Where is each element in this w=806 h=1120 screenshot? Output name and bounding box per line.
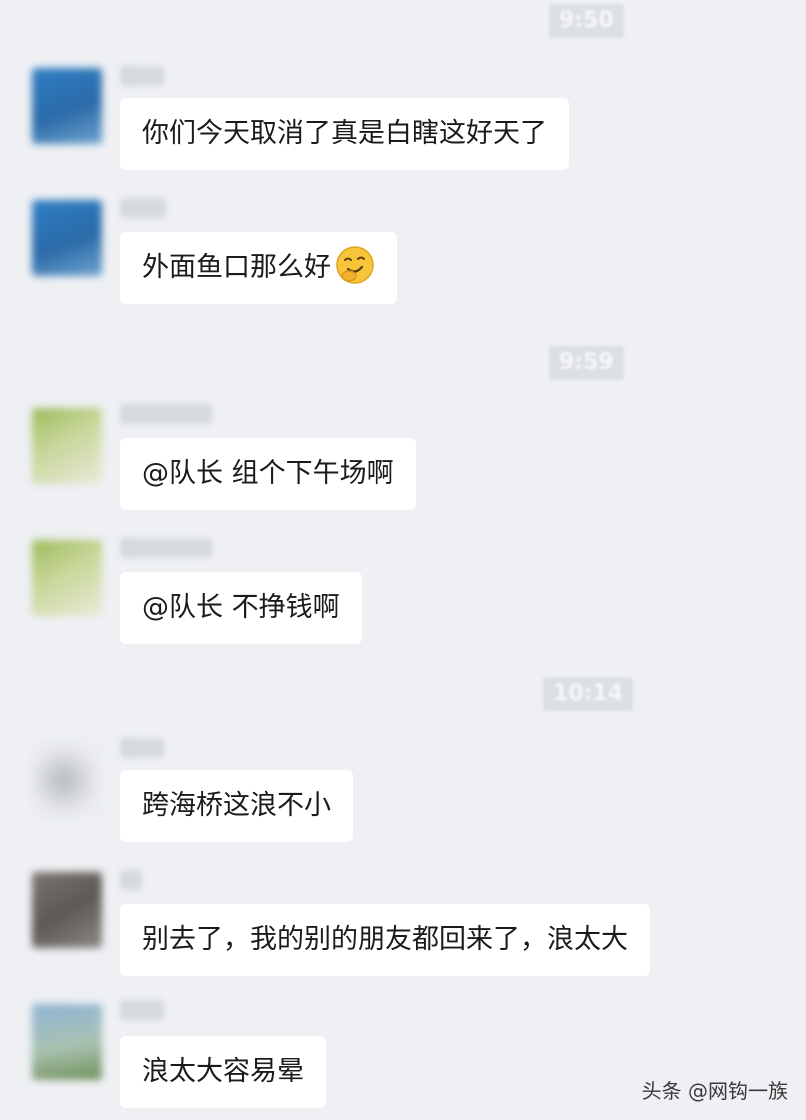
message-text: 你们今天取消了真是白瞎这好天了 <box>142 118 547 149</box>
grinning-hand-on-chin-emoji <box>336 246 374 284</box>
sender-name <box>120 404 212 424</box>
sender-name <box>120 66 164 86</box>
sender-name <box>120 1000 164 1020</box>
message-bubble[interactable]: @队长 组个下午场啊 <box>120 438 416 510</box>
timestamp: 9:50 <box>549 4 624 38</box>
message-bubble[interactable]: 跨海桥这浪不小 <box>120 770 353 842</box>
sender-name <box>120 738 164 758</box>
sender-name <box>120 538 212 558</box>
avatar[interactable] <box>32 872 102 948</box>
chat-window: 9:50 你们今天取消了真是白瞎这好天了 外面鱼口那么好 9:59 @队长 组个… <box>0 0 806 1120</box>
message-bubble[interactable]: 你们今天取消了真是白瞎这好天了 <box>120 98 569 170</box>
watermark: 头条 @网钩一族 <box>641 1079 788 1103</box>
message-bubble[interactable]: 浪太大容易晕 <box>120 1036 326 1108</box>
avatar[interactable] <box>32 540 102 616</box>
avatar[interactable] <box>32 742 102 818</box>
message-text: @队长 组个下午场啊 <box>142 458 394 489</box>
message-text: @队长 不挣钱啊 <box>142 592 340 623</box>
message-text: 外面鱼口那么好 <box>142 252 331 283</box>
message-bubble[interactable]: 别去了，我的别的朋友都回来了，浪太大 <box>120 904 650 976</box>
message-text: 浪太大容易晕 <box>142 1056 304 1087</box>
timestamp: 10:14 <box>543 677 634 711</box>
avatar[interactable] <box>32 408 102 484</box>
message-bubble[interactable]: 外面鱼口那么好 <box>120 232 397 304</box>
timestamp: 9:59 <box>549 346 624 380</box>
avatar[interactable] <box>32 200 102 276</box>
sender-name <box>120 870 142 890</box>
avatar[interactable] <box>32 1004 102 1080</box>
sender-name <box>120 198 166 218</box>
message-text: 跨海桥这浪不小 <box>142 790 331 821</box>
message-text: 别去了，我的别的朋友都回来了，浪太大 <box>142 924 628 955</box>
avatar[interactable] <box>32 68 102 144</box>
message-bubble[interactable]: @队长 不挣钱啊 <box>120 572 362 644</box>
